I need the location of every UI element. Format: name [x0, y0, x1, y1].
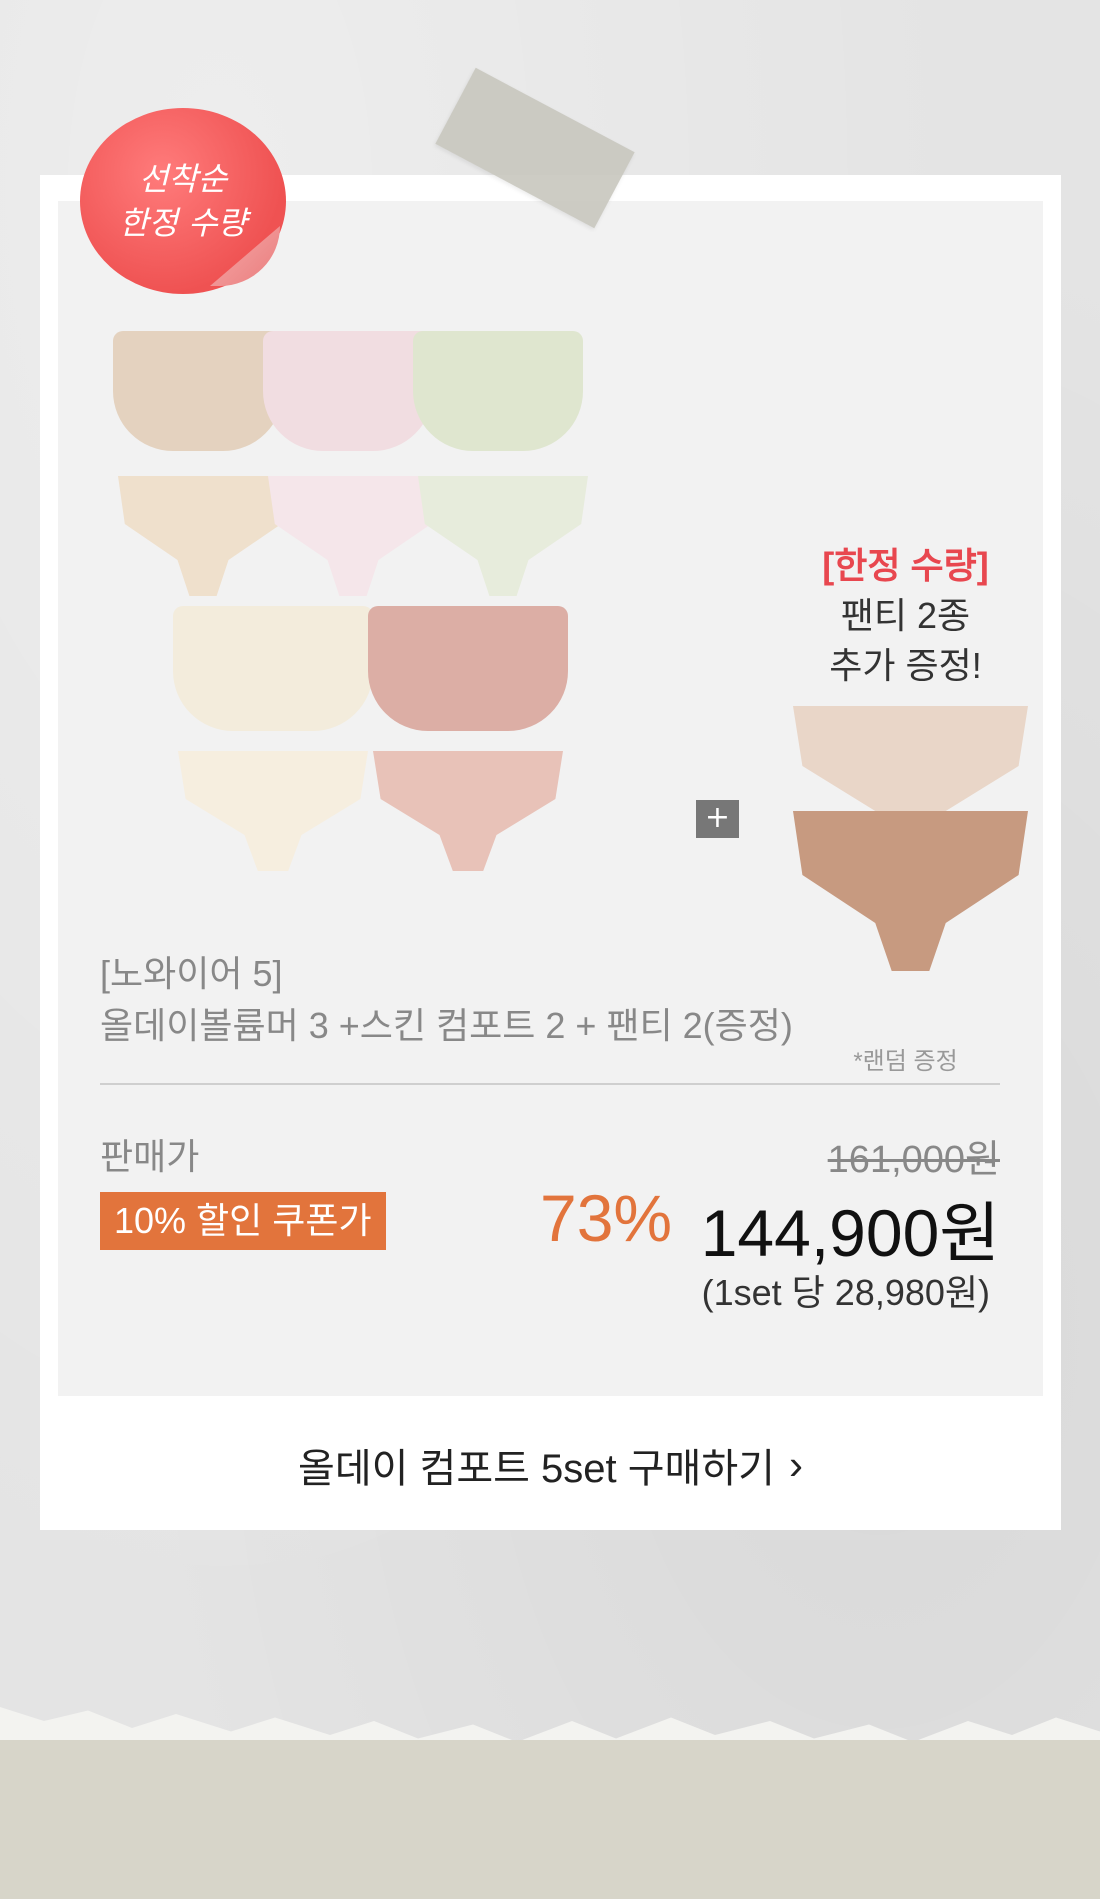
discount-rate: 73%: [540, 1181, 673, 1255]
bra-ivory: [173, 606, 373, 731]
divider: [100, 1083, 1000, 1085]
gift-promo: [한정 수량] 팬티 2종 추가 증정!: [758, 541, 1053, 691]
plus-icon: +: [696, 800, 739, 838]
product-name: 올데이볼륨머 3 +스킨 컴포트 2 + 팬티 2(증정): [100, 1005, 793, 1046]
original-price: 161,000원: [827, 1139, 1000, 1181]
bra-mint: [413, 331, 583, 451]
gift-line-1: 팬티 2종: [840, 595, 971, 636]
product-image: [113, 281, 653, 881]
buy-button-label: 올데이 컴포트 5set 구매하기: [298, 1447, 775, 1491]
gift-line-2: 추가 증정!: [829, 645, 982, 686]
buy-button[interactable]: 올데이 컴포트 5set 구매하기 ›: [40, 1400, 1061, 1530]
badge-line-2: 한정 수량: [119, 204, 247, 242]
bra-rose: [368, 606, 568, 731]
final-price: 144,900원: [700, 1196, 1000, 1270]
paper-background-bottom: [0, 1740, 1100, 1899]
chevron-right-icon: ›: [788, 1441, 803, 1488]
gift-tag: [한정 수량]: [822, 545, 989, 586]
badge-line-1: 선착순: [138, 160, 228, 198]
panty-mint: [418, 476, 588, 596]
coupon-badge: 10% 할인 쿠폰가: [100, 1192, 386, 1250]
gift-panty-brown: [793, 811, 1028, 971]
product-brand: [노와이어 5]: [100, 953, 283, 994]
product-title: [노와이어 5] 올데이볼륨머 3 +스킨 컴포트 2 + 팬티 2(증정): [100, 948, 1000, 1052]
panty-rose: [373, 751, 563, 871]
panty-ivory: [178, 751, 368, 871]
sale-price-label: 판매가: [100, 1136, 200, 1177]
panty-beige: [118, 476, 288, 596]
panty-pink: [268, 476, 438, 596]
per-set-price: (1set 당 28,980원): [701, 1272, 990, 1313]
limited-quantity-badge: 선착순 한정 수량: [80, 108, 286, 294]
bra-beige: [113, 331, 283, 451]
bra-pink: [263, 331, 433, 451]
product-card: + [한정 수량] 팬티 2종 추가 증정! *랜덤 증정 올데이 컴포트 5s…: [40, 175, 1061, 1530]
